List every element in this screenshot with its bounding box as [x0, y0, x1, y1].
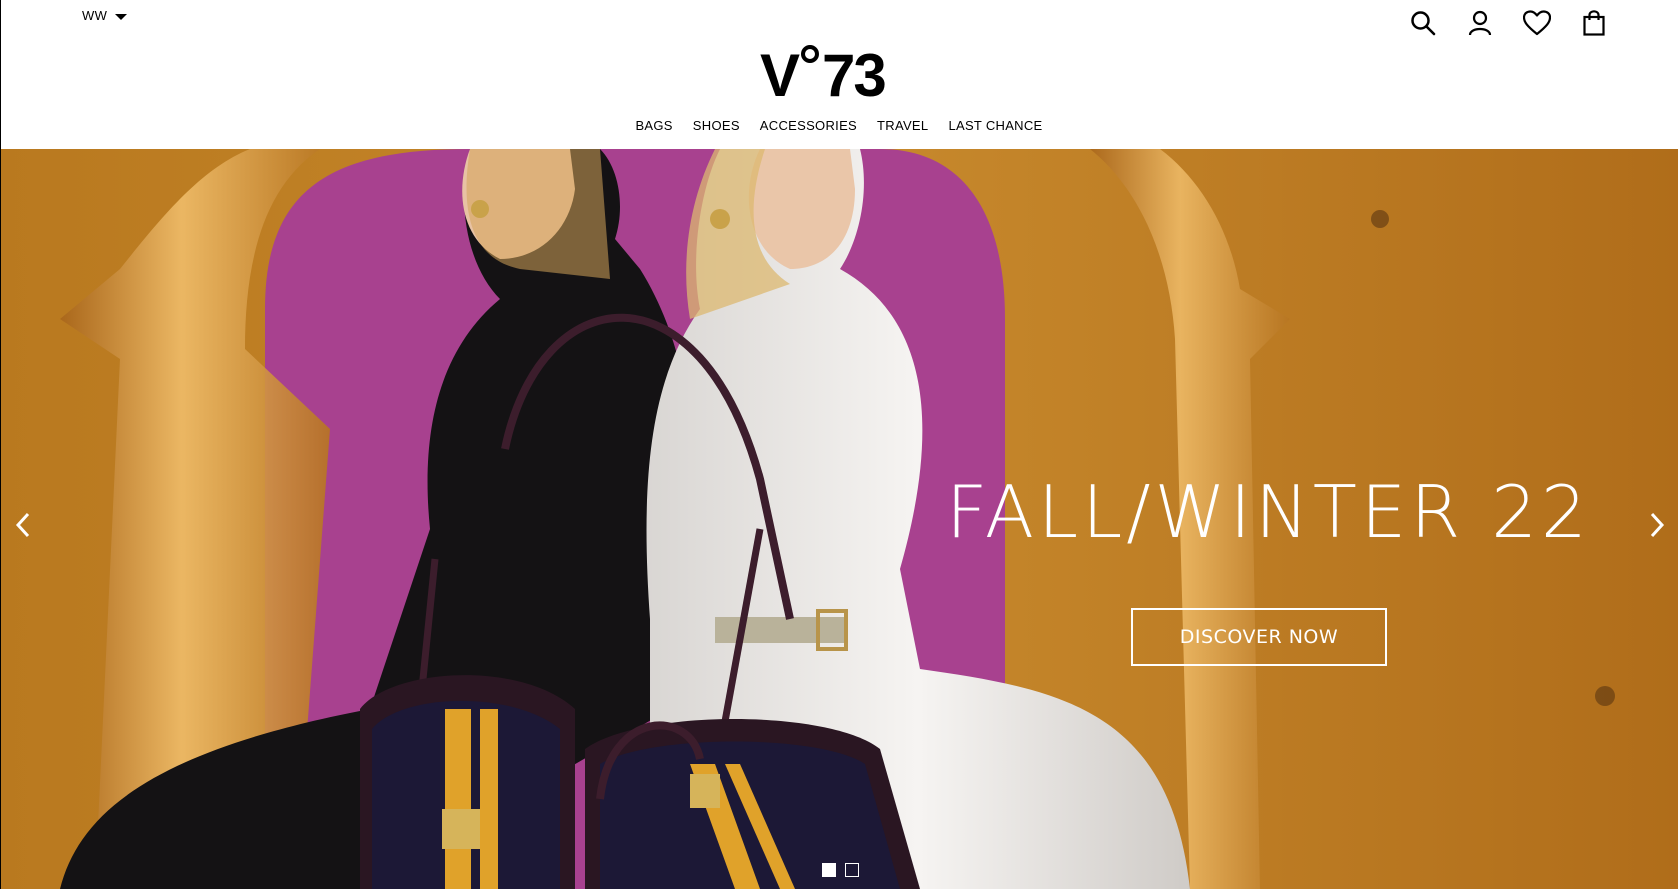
chevron-right-icon	[1650, 512, 1665, 538]
discover-now-button[interactable]: DISCOVER NOW	[1131, 608, 1387, 666]
hero-headline: FALL/WINTER 22	[946, 470, 1591, 554]
caret-down-icon	[115, 13, 128, 20]
nav-item-last-chance[interactable]: LAST CHANCE	[948, 118, 1042, 133]
main-nav: BAGS SHOES ACCESSORIES TRAVEL LAST CHANC…	[0, 118, 1678, 133]
carousel-dot-2[interactable]	[845, 863, 859, 877]
chevron-left-icon	[15, 512, 30, 538]
carousel-dot-1[interactable]	[822, 863, 836, 877]
svg-text:73: 73	[822, 42, 885, 104]
window-border-left	[0, 0, 1, 889]
account-icon[interactable]	[1464, 8, 1496, 38]
search-icon[interactable]	[1407, 8, 1439, 38]
locale-label: WW	[82, 8, 108, 23]
carousel-pagination	[822, 863, 859, 877]
nav-item-bags[interactable]: BAGS	[635, 118, 672, 133]
nav-item-shoes[interactable]: SHOES	[693, 118, 740, 133]
svg-text:V: V	[760, 42, 800, 104]
locale-selector[interactable]: WW	[82, 8, 128, 23]
wishlist-heart-icon[interactable]	[1521, 8, 1553, 38]
carousel-next-button[interactable]	[1642, 505, 1672, 545]
hero-carousel: FALL/WINTER 22 DISCOVER NOW	[0, 149, 1678, 889]
brand-logo[interactable]: V 73	[760, 40, 916, 104]
nav-item-accessories[interactable]: ACCESSORIES	[760, 118, 857, 133]
header-icons	[1407, 8, 1610, 38]
nav-item-travel[interactable]: TRAVEL	[877, 118, 928, 133]
brand-logo-mark: V 73	[760, 42, 887, 104]
site-header: WW V 73 BAGS SHOES ACCESSORIES TRAVEL LA…	[0, 0, 1678, 149]
shopping-bag-icon[interactable]	[1578, 8, 1610, 38]
carousel-prev-button[interactable]	[8, 505, 38, 545]
